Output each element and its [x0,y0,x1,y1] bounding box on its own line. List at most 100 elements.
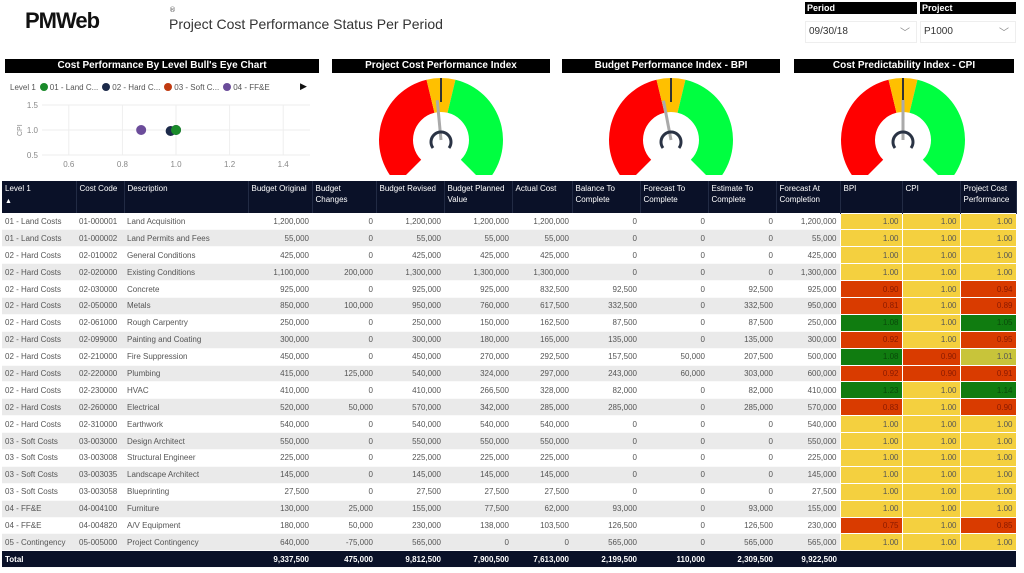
table-cell: 324,000 [444,365,512,383]
table-row[interactable]: 02 - Hard Costs 02-220000 Plumbing 415,000 1… [2,364,1017,383]
table-cell: 02 - Hard Costs [2,314,76,332]
page-title: Project Cost Performance Status Per Peri… [169,16,443,32]
sort-ascending-icon[interactable]: ▲ [5,196,73,207]
table-cell: 332,500 [708,297,776,315]
project-dropdown[interactable]: P1000 ﹀ [920,21,1016,43]
table-cell: 550,000 [444,432,512,450]
table-row[interactable]: 02 - Hard Costs 02-030000 Concrete 925,000 0… [2,280,1017,298]
table-cell: 135,000 [708,331,776,349]
table-cell: 1,200,000 [376,213,444,231]
column-header[interactable]: Project Cost Performance [960,181,1017,213]
column-header[interactable]: Level 1 ▲ [2,181,77,213]
table-cell: 25,000 [312,500,376,518]
total-cell: 7,900,500 [444,550,512,569]
table-cell: 125,000 [312,365,376,383]
column-header[interactable]: CPI [902,181,961,213]
column-header-label: Actual Cost [515,184,557,193]
table-cell: 925,000 [248,280,312,298]
table-row[interactable]: 02 - Hard Costs 02-260000 Electrical 520,00… [2,398,1017,417]
legend-item-label: 03 - Soft C... [174,83,220,92]
table-row[interactable]: 02 - Hard Costs 02-050000 Metals 850,000 100… [2,296,1017,315]
column-header[interactable]: Cost Code [76,181,125,213]
legend-next-arrow-icon[interactable]: ▶ [300,82,307,92]
table-cell: 0 [572,263,640,282]
legend-item[interactable]: 03 - Soft C... [164,83,219,92]
table-row[interactable]: 02 - Hard Costs 02-099000 Painting and Coa… [2,330,1017,349]
table-row[interactable]: 02 - Hard Costs 02-061000 Rough Carpentry 2… [2,313,1017,332]
table-row[interactable]: 03 - Soft Costs 03-003058 Blueprinting 27,5… [2,482,1017,501]
column-header-label: BPI [843,184,857,193]
column-header[interactable]: Forecast To Complete [640,181,709,213]
table-cell: 55,000 [376,229,444,248]
table-cell: 0 [708,449,776,467]
table-cell: 02 - Hard Costs [2,348,76,366]
column-header[interactable]: Budget Revised [376,181,445,213]
table-row[interactable]: 03 - Soft Costs 03-003035 Landscape Archit… [2,465,1017,484]
column-header[interactable]: Forecast At Completion [776,181,841,213]
table-cell: 1,100,000 [248,263,312,282]
column-header[interactable]: Description [124,181,249,213]
table-cell: 0.90 [901,364,961,383]
column-header[interactable]: Actual Cost [512,181,573,213]
table-cell: 87,500 [572,314,640,332]
table-row[interactable]: 02 - Hard Costs 02-230000 HVAC 410,000 0 410,… [2,381,1017,400]
table-row[interactable]: 02 - Hard Costs 02-210000 Fire Suppression… [2,347,1017,366]
chevron-down-icon: ﹀ [999,28,1009,39]
table-cell: 285,000 [512,398,572,417]
legend-item[interactable]: 02 - Hard C... [102,83,160,92]
column-header[interactable]: Budget Planned Value [444,181,513,213]
table-cell: 145,000 [376,466,444,484]
column-header[interactable]: Estimate To Complete [708,181,777,213]
table-cell: 285,000 [708,398,776,417]
table-cell: 01 - Land Costs [2,213,76,231]
table-row[interactable]: 05 - Contingency 05-005000 Project Conting… [2,533,1017,552]
column-header[interactable]: Budget Changes [312,181,377,213]
table-row[interactable]: 01 - Land Costs 01-000001 Land Acquisition… [2,212,1017,231]
x-tick-label: 1.2 [224,160,236,169]
table-cell: 1.00 [839,246,903,265]
table-cell: 87,500 [708,314,776,332]
gauge-band [609,79,665,175]
table-cell: 0 [512,533,572,552]
table-cell: 145,000 [512,466,572,484]
table-row[interactable]: 02 - Hard Costs 02-010002 General Conditio… [2,246,1017,265]
table-cell: 03-003058 [76,483,124,501]
table-cell: 0 [312,246,376,265]
legend-item[interactable]: 04 - FF&E [223,83,270,92]
table-cell: 1.00 [901,330,961,349]
table-cell: HVAC [124,381,248,400]
table-cell: Rough Carpentry [124,314,248,332]
table-row[interactable]: 02 - Hard Costs 02-310000 Earthwork 540,000… [2,415,1017,434]
column-header[interactable]: Budget Original [248,181,313,213]
legend-item[interactable]: 01 - Land C... [39,83,98,92]
table-row[interactable]: 03 - Soft Costs 03-003000 Design Architect… [2,432,1017,450]
table-row[interactable]: 03 - Soft Costs 03-003008 Structural Engin… [2,448,1017,467]
table-cell: 250,000 [776,314,840,332]
total-cell [902,550,960,569]
column-header-label: CPI [905,184,919,193]
table-cell: 550,000 [776,432,840,450]
table-row[interactable]: 04 - FF&E 04-004820 A/V Equipment 180,000 50… [2,516,1017,535]
total-cell: 7,613,000 [512,550,572,569]
period-dropdown[interactable]: 09/30/18 ﹀ [805,21,917,43]
table-cell: 230,000 [776,517,840,535]
table-cell: 1.00 [901,533,961,552]
table-cell: Project Contingency [124,533,248,552]
table-cell: 0.81 [839,296,903,315]
table-cell: 266,500 [444,381,512,400]
table-cell: 1.00 [901,516,961,535]
table-row[interactable]: 01 - Land Costs 01-000002 Land Permits and… [2,229,1017,248]
legend-item-label: 04 - FF&E [233,83,270,92]
table-cell: 925,000 [776,280,840,298]
column-header-label: Description [127,184,168,193]
table-cell: 0.94 [959,280,1017,298]
table-row[interactable]: 02 - Hard Costs 02-020000 Existing Conditi… [2,263,1017,282]
table-cell: 1.00 [901,448,961,467]
column-header[interactable]: BPI [840,181,903,213]
column-header[interactable]: Balance To Complete [572,181,641,213]
table-row[interactable]: 04 - FF&E 04-004100 Furniture 130,000 25,000… [2,499,1017,518]
table-cell: 207,500 [708,348,776,366]
column-header-label: Budget Planned Value [447,184,505,204]
column-header-label: Level 1 [5,184,31,193]
table-cell: 0 [312,229,376,248]
